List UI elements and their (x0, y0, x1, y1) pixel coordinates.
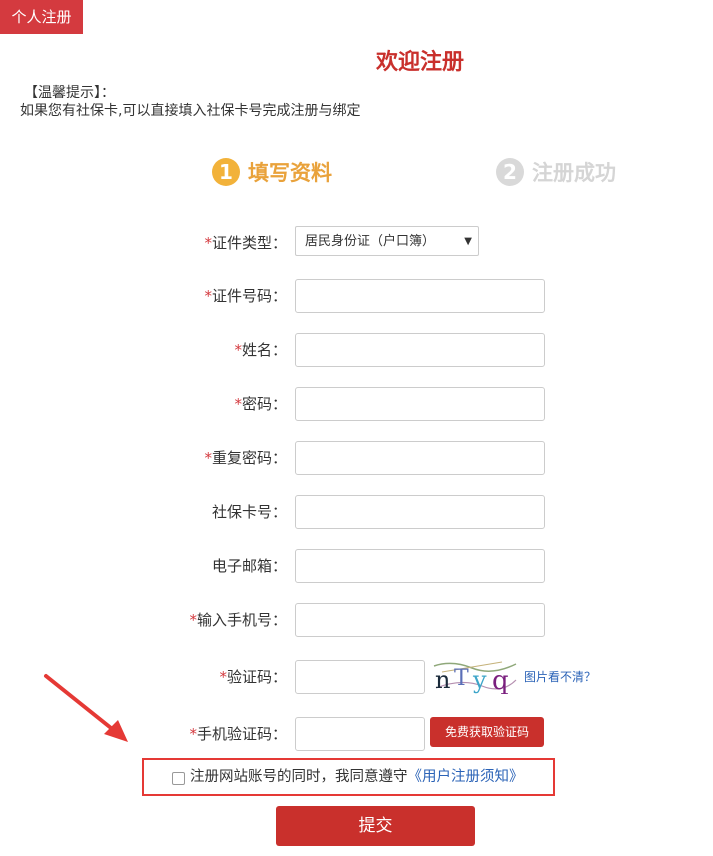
tip-text: 如果您有社保卡,可以直接填入社保卡号完成注册与绑定 (20, 103, 361, 119)
email-label: 电子邮箱： (211, 557, 287, 575)
step-label-1: 填写资料 (248, 161, 332, 185)
social-card-row: 社保卡号： (0, 495, 713, 529)
captcha-image[interactable]: n T y q (432, 658, 518, 694)
red-arrow-annotation (44, 674, 128, 742)
tip-title: 【温馨提示】： (24, 85, 115, 101)
step-fill-info: 1 填写资料 (212, 157, 332, 187)
submit-button[interactable]: 提交 (276, 806, 475, 846)
captcha-label: *验证码： (219, 668, 287, 686)
id-number-input[interactable] (295, 279, 545, 313)
captcha-input[interactable] (295, 660, 425, 694)
captcha-char-1: n (435, 666, 450, 694)
captcha-char-2: T (454, 666, 469, 691)
personal-register-tab[interactable]: 个人注册 (0, 0, 83, 34)
name-label: *姓名： (234, 341, 287, 359)
terms-link[interactable]: 《用户注册须知》 (408, 769, 524, 785)
agreement-text: 注册网站账号的同时，我同意遵守《用户注册须知》 (190, 769, 524, 785)
agreement-highlight: 注册网站账号的同时，我同意遵守《用户注册须知》 (142, 758, 555, 796)
id-type-value: 居民身份证（户口簿） (305, 234, 436, 249)
social-card-label: 社保卡号： (211, 503, 287, 521)
id-type-row: *证件类型： 居民身份证（户口簿） ▼ (0, 226, 713, 260)
step-success: 2 注册成功 (496, 157, 616, 187)
email-row: 电子邮箱： (0, 549, 713, 583)
captcha-refresh-link[interactable]: 图片看不清？ (524, 660, 596, 694)
social-card-input[interactable] (295, 495, 545, 529)
step-label-2: 注册成功 (532, 161, 616, 185)
get-sms-code-button[interactable]: 免费获取验证码 (430, 717, 544, 747)
captcha-char-4: q (492, 666, 509, 694)
phone-row: *输入手机号： (0, 603, 713, 637)
email-input[interactable] (295, 549, 545, 583)
id-number-label: *证件号码： (204, 287, 287, 305)
repeat-password-input[interactable] (295, 441, 545, 475)
phone-input[interactable] (295, 603, 545, 637)
caret-down-icon: ▼ (464, 236, 472, 247)
password-row: *密码： (0, 387, 713, 421)
id-type-select[interactable]: 居民身份证（户口簿） ▼ (295, 226, 479, 256)
agreement-checkbox[interactable] (172, 772, 185, 785)
password-label: *密码： (234, 395, 287, 413)
id-type-label: *证件类型： (204, 234, 287, 252)
page-title: 欢迎注册 (375, 50, 464, 75)
password-input[interactable] (295, 387, 545, 421)
name-input[interactable] (295, 333, 545, 367)
id-number-row: *证件号码： (0, 279, 713, 313)
step-number-1: 1 (212, 158, 240, 186)
sms-code-label: *手机验证码： (189, 725, 287, 743)
phone-label: *输入手机号： (189, 611, 287, 629)
captcha-char-3: y (472, 666, 487, 694)
name-row: *姓名： (0, 333, 713, 367)
step-number-2: 2 (496, 158, 524, 186)
sms-code-input[interactable] (295, 717, 425, 751)
repeat-password-row: *重复密码： (0, 441, 713, 475)
repeat-password-label: *重复密码： (204, 449, 287, 467)
